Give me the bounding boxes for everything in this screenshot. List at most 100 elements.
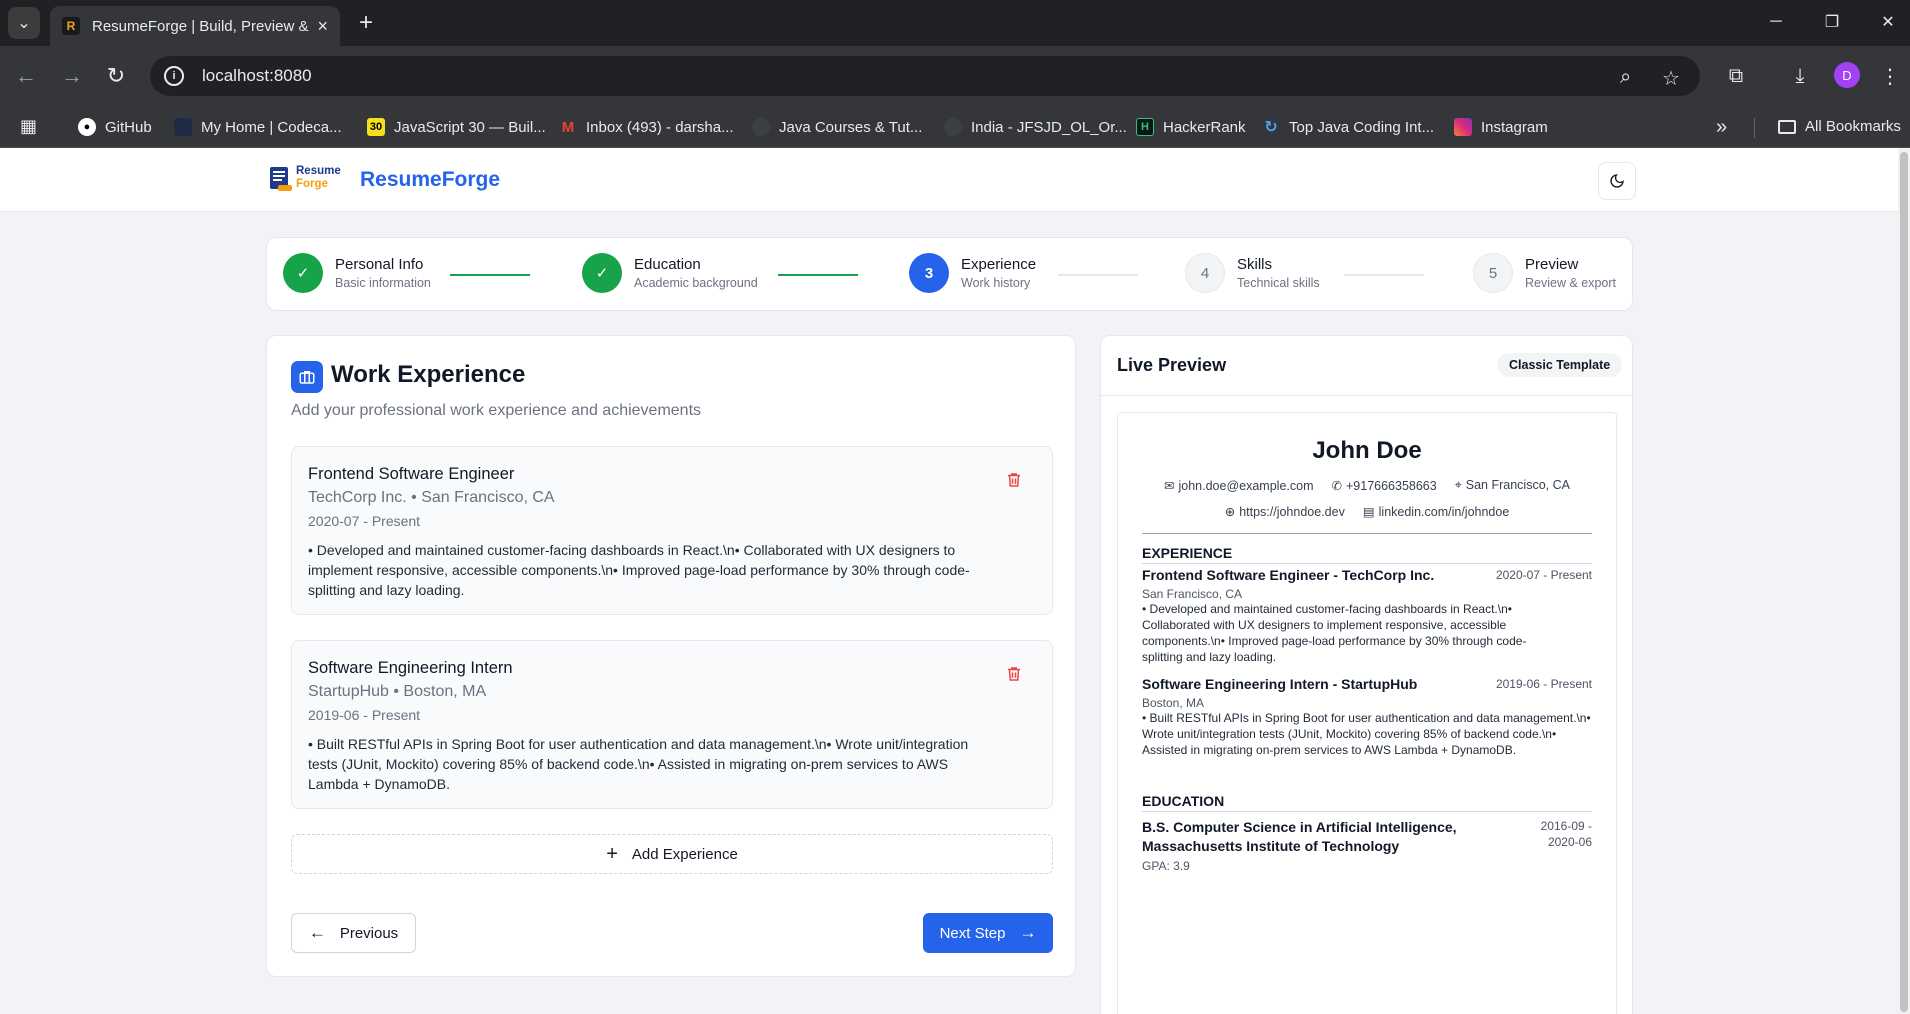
download-icon[interactable]: ⤓ [1784,60,1816,92]
job-dates: 2020-07 - Present [308,513,421,529]
back-icon[interactable]: ← [10,60,42,92]
check-icon: ✓ [582,253,622,293]
step-connector [1344,274,1424,276]
resume-location: ⌖ San Francisco, CA [1454,478,1570,492]
resume-job-location: Boston, MA [1142,696,1205,710]
live-preview-card: Live Preview Classic Template John Doe ✉… [1100,335,1633,1014]
job-description: • Developed and maintained customer-faci… [308,542,970,598]
bookmark-instagram[interactable]: Instagram [1454,118,1548,136]
app-header: Resume Forge ResumeForge [0,148,1898,212]
browser-tab[interactable]: R ResumeForge | Build, Preview & × [50,6,340,46]
step-connector [778,274,858,276]
experience-item[interactable]: Software Engineering Intern StartupHub •… [291,640,1053,809]
map-pin-icon: ⌖ [1454,478,1462,492]
tab-title: ResumeForge | Build, Preview & [92,17,309,35]
forward-icon[interactable]: → [56,60,88,92]
refresh-icon: ↻ [1264,119,1278,136]
step-preview[interactable]: 5 Preview Review & export [1473,253,1616,293]
section-subtitle: Add your professional work experience an… [291,402,702,419]
resume-job-heading: Frontend Software Engineer - TechCorp In… [1142,567,1435,583]
resume-phone: ✆ +917666358663 [1331,479,1437,493]
job-title: Frontend Software Engineer [308,465,515,483]
extensions-icon[interactable]: ⧉ [1720,60,1752,92]
bookmark-java-courses[interactable]: Java Courses & Tut... [752,118,922,136]
job-dates: 2019-06 - Present [308,707,421,723]
progress-stepper: ✓ Personal Info Basic information ✓ Educa… [266,237,1633,311]
brand-name[interactable]: ResumeForge [360,168,500,192]
apps-grid-icon[interactable]: ▦ [20,116,37,137]
linkedin-icon: ▤ [1362,505,1375,519]
folder-icon [1778,119,1796,134]
codecademy-icon [174,118,192,136]
resume-document: John Doe ✉ john.doe@example.com ✆ +9176663… [1117,412,1617,1014]
preview-header: Live Preview Classic Template [1101,336,1632,396]
resume-website: ⊕ https://johndoe.dev [1224,505,1345,519]
arrow-left-icon: ← [308,923,326,942]
bookmark-top-java[interactable]: ↻ Top Java Coding Int... [1262,118,1434,137]
step-experience[interactable]: 3 Experience Work history [909,253,1036,293]
zoom-icon[interactable]: ⌕ [1620,66,1631,89]
bookmark-github[interactable]: ● GitHub [78,118,152,136]
previous-button[interactable]: ← Previous [291,913,416,953]
resume-education-heading-text: B.S. Computer Science in Artificial Inte… [1142,819,1457,854]
address-bar[interactable]: i localhost:8080 ⌕ ☆ [150,56,1700,96]
profile-avatar[interactable]: D [1834,62,1860,88]
resume-job-description: • Developed and maintained customer-faci… [1142,602,1527,664]
site-info-icon[interactable]: i [164,66,184,86]
bookmark-star-icon[interactable]: ☆ [1662,66,1680,91]
scrollbar-thumb[interactable] [1900,152,1908,1012]
company-location: StartupHub • Boston, MA [308,683,487,700]
preview-title: Live Preview [1117,355,1227,375]
bookmarks-divider [1754,118,1755,138]
tab-close-icon[interactable]: × [317,16,328,37]
resume-contact-row: ✉ john.doe@example.com ✆ +917666358663 ⌖ Sa… [1118,478,1616,493]
add-experience-button[interactable]: + Add Experience [291,834,1053,874]
theme-toggle-button[interactable] [1598,162,1636,200]
resume-divider [1142,533,1592,534]
tab-search-icon[interactable]: ⌄ [8,7,40,39]
page-scrollbar[interactable] [1898,148,1910,1014]
check-icon: ✓ [283,253,323,293]
resume-job-location: San Francisco, CA [1142,587,1243,601]
job-title: Software Engineering Intern [308,659,513,677]
step-personal-info[interactable]: ✓ Personal Info Basic information [283,253,431,293]
next-step-button[interactable]: Next Step → [923,913,1053,953]
close-window-icon[interactable]: ✕ [1868,8,1908,36]
resume-job-dates: 2019-06 - Present [1495,677,1592,691]
hackerrank-icon: H [1136,118,1154,136]
step-education[interactable]: ✓ Education Academic background [582,253,758,293]
bookmark-india-jfsjd[interactable]: India - JFSJD_OL_Or... [944,118,1127,136]
company-location: TechCorp Inc. • San Francisco, CA [308,489,555,506]
experience-item[interactable]: Frontend Software Engineer TechCorp Inc.… [291,446,1053,615]
menu-icon[interactable]: ⋮ [1874,60,1906,92]
template-badge[interactable]: Classic Template [1497,353,1623,377]
minimize-icon[interactable]: ─ [1756,8,1796,36]
reload-icon[interactable]: ↻ [100,60,132,92]
all-bookmarks[interactable]: All Bookmarks [1778,118,1901,135]
js30-icon: 30 [367,118,385,136]
bookmark-gmail[interactable]: M Inbox (493) - darsha... [559,118,734,136]
bookmark-codecademy[interactable]: My Home | Codeca... [174,118,342,136]
resume-links-row: ⊕ https://johndoe.dev ▤ linkedin.com/in/jo… [1118,504,1616,519]
new-tab-icon[interactable]: + [352,9,380,37]
globe-icon: ⊕ [1224,505,1236,519]
bookmark-hackerrank[interactable]: H HackerRank [1136,118,1246,136]
trash-icon[interactable] [1005,665,1023,683]
browser-tab-bar: ⌄ R ResumeForge | Build, Preview & × + ─… [0,0,1910,46]
app-viewport: Resume Forge ResumeForge ✓ Personal Info… [0,148,1898,1014]
resume-education-heading: EDUCATION [1142,793,1592,812]
browser-toolbar: ← → ↻ i localhost:8080 ⌕ ☆ ⧉ ⤓ D ⋮ [0,46,1910,106]
work-experience-card: Work Experience Add your professional wo… [266,335,1076,977]
step-connector [1058,274,1138,276]
resume-job-dates: 2020-07 - Present [1495,568,1592,582]
bookmark-js30[interactable]: 30 JavaScript 30 — Buil... [367,118,546,136]
mail-icon: ✉ [1164,479,1175,493]
gmail-icon: M [561,118,575,136]
step-skills[interactable]: 4 Skills Technical skills [1185,253,1320,293]
restore-icon[interactable]: ❐ [1812,8,1852,36]
chevron-double-right-icon[interactable]: » [1716,116,1727,139]
arrow-right-icon: → [1019,923,1037,942]
resume-education-dates: 2016-09 - 2020-06 [1540,819,1592,849]
trash-icon[interactable] [1005,471,1023,489]
phone-icon: ✆ [1331,479,1342,493]
